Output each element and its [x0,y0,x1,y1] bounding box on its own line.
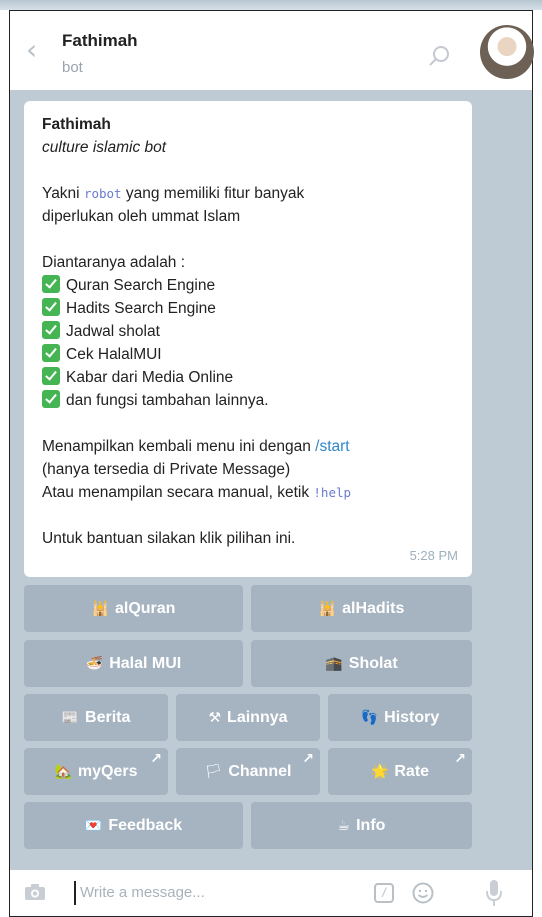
intro-line: Yakni robot yang memiliki fitur banyak [42,185,305,202]
help-line: Untuk bantuan silakan klik pilihan ini. [42,530,296,547]
newspaper-icon: 📰 [61,709,80,725]
intro-line-2: diperlukan oleh ummat Islam [42,208,241,225]
manual-line: Atau menampilan secara manual, ketik !he… [42,484,352,501]
alhadits-button[interactable]: 🕌 alHadits [251,585,472,632]
private-note: (hanya tersedia di Private Message) [42,461,291,478]
mosque-icon: 🕌 [91,600,109,616]
external-link-icon: ↗ [454,750,466,766]
footprints-icon: 👣 [360,709,379,725]
bot-command-icon[interactable]: / [374,883,394,903]
list-heading: Diantaranya adalah : [42,254,186,271]
feature-item: Quran Search Engine [42,274,454,297]
chat-header: ‹ Fathimah bot [9,10,534,90]
chat-title[interactable]: Fathimah [62,31,138,51]
emoji-icon[interactable] [412,882,434,904]
kaaba-icon: 🕋 [325,655,343,671]
message-tagline: culture islamic bot [42,139,167,156]
chat-subtitle: bot [62,59,83,76]
robot-code: robot [83,186,122,201]
chat-area: Fathimah culture islamic bot Yakni robot… [9,90,533,870]
sholat-button[interactable]: 🕋 Sholat [251,640,472,687]
message-sender: Fathimah [42,116,111,133]
channel-button[interactable]: 🏳 Channel ↗ [176,748,320,795]
mosque-icon: 🕌 [318,600,337,616]
bowl-icon: 🍜 [85,655,104,671]
coffee-icon: ☕ [337,817,351,833]
start-link[interactable]: /start [315,438,349,455]
feature-item: Cek HalalMUI [42,343,454,366]
external-link-icon: ↗ [302,750,314,766]
microphone-icon[interactable] [485,879,503,907]
check-icon [42,344,60,362]
message-input[interactable]: Write a message... [80,884,205,901]
berita-button[interactable]: 📰 Berita [24,694,168,741]
feature-item: dan fungsi tambahan lainnya. [42,389,454,412]
alquran-button[interactable]: 🕌 alQuran [24,585,243,632]
tools-icon: ⚒ [208,709,222,725]
info-button[interactable]: ☕ Info [251,802,472,849]
history-button[interactable]: 👣 History [328,694,472,741]
check-icon [42,298,60,316]
feedback-button[interactable]: 💌 Feedback [24,802,243,849]
message-time: 5:28 PM [409,548,458,563]
telegram-window: ‹ Fathimah bot Fathimah culture islamic … [0,0,542,917]
check-icon [42,275,60,293]
lainnya-button[interactable]: ⚒ Lainnya [176,694,320,741]
rate-button[interactable]: 🌟 Rate ↗ [328,748,472,795]
feature-item: Hadits Search Engine [42,297,454,320]
avatar[interactable] [480,25,534,79]
back-arrow-icon[interactable]: ‹ [26,36,40,64]
halal-mui-button[interactable]: 🍜 Halal MUI [24,640,243,687]
check-icon [42,321,60,339]
feature-item: Jadwal sholat [42,320,454,343]
external-link-icon: ↗ [150,750,162,766]
feature-item: Kabar dari Media Online [42,366,454,389]
search-icon[interactable] [427,44,451,68]
myqers-button[interactable]: 🏡 myQers ↗ [24,748,168,795]
message-bubble: Fathimah culture islamic bot Yakni robot… [24,101,472,577]
star-icon: 🌟 [370,763,389,779]
menu-line: Menampilkan kembali menu ini dengan /sta… [42,438,350,455]
message-composer: Write a message... / [9,870,533,917]
camera-icon[interactable] [24,883,46,901]
flag-icon: 🏳 [204,763,223,779]
heart-letter-icon: 💌 [84,817,103,833]
help-code: !help [313,485,352,500]
house-icon: 🏡 [54,763,72,779]
text-caret [74,881,76,905]
window-top-strip [0,0,542,10]
check-icon [42,367,60,385]
check-icon [42,390,60,408]
